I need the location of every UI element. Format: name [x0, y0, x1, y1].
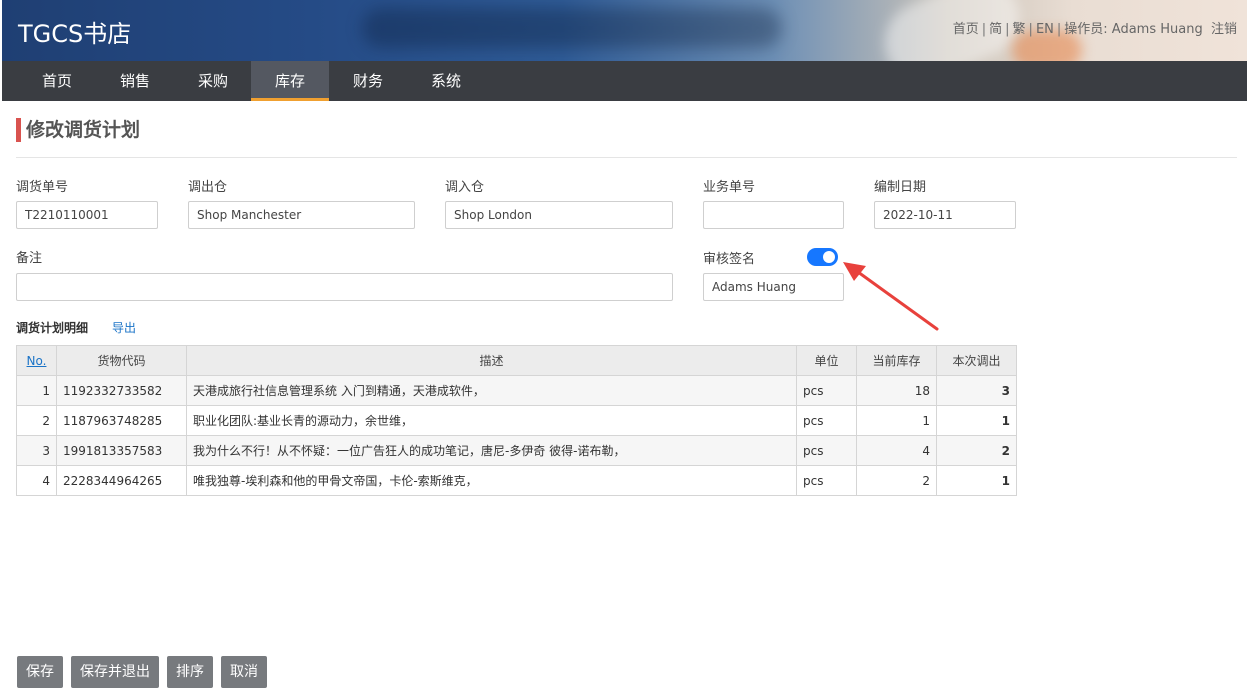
cell-qty[interactable]: 3 [936, 375, 1017, 406]
col-header-unit: 单位 [796, 345, 857, 376]
remark-label: 备注 [16, 251, 43, 266]
table-row[interactable]: 1 1192332733582 天港成旅行社信息管理系统 入门到精通，天港成软件… [16, 375, 1017, 406]
nav-item-system[interactable]: 系统 [407, 61, 485, 101]
brand-logo: TGCS书店 [18, 20, 132, 48]
cell-unit: pcs [796, 405, 857, 436]
cell-desc: 职业化团队:基业长青的源动力，余世维， [186, 405, 797, 436]
sort-button[interactable]: 排序 [167, 656, 213, 688]
save-exit-button[interactable]: 保存并退出 [71, 656, 159, 688]
col-header-desc: 描述 [186, 345, 797, 376]
date-label: 编制日期 [874, 180, 927, 195]
export-link[interactable]: 导出 [112, 319, 136, 336]
approval-label: 审核签名 [703, 252, 756, 267]
operator-label: 操作员: Adams Huang [1064, 22, 1203, 37]
cell-unit: pcs [796, 435, 857, 466]
nav-item-finance[interactable]: 财务 [329, 61, 407, 101]
cell-qty[interactable]: 2 [936, 435, 1017, 466]
cell-no: 1 [16, 375, 57, 406]
cancel-button[interactable]: 取消 [221, 656, 267, 688]
col-header-no[interactable]: No. [16, 345, 57, 376]
title-divider [16, 157, 1237, 158]
cell-no: 4 [16, 465, 57, 496]
table-row[interactable]: 2 1187963748285 职业化团队:基业长青的源动力，余世维， pcs … [16, 405, 1017, 436]
page-title: 修改调货计划 [16, 118, 140, 142]
table-row[interactable]: 4 2228344964265 唯我独尊-埃利森和他的甲骨文帝国，卡伦-索斯维克… [16, 465, 1017, 496]
col-header-stock: 当前库存 [856, 345, 937, 376]
link-english[interactable]: EN [1036, 22, 1054, 37]
table-header-row: No. 货物代码 描述 单位 当前库存 本次调出 [16, 345, 1017, 376]
link-traditional[interactable]: 繁 [1013, 22, 1026, 37]
cell-stock: 2 [856, 465, 937, 496]
date-input[interactable] [874, 201, 1016, 229]
cell-code: 2228344964265 [56, 465, 187, 496]
cell-desc: 我为什么不行！从不怀疑：一位广告狂人的成功笔记，唐尼-多伊奇 彼得-诺布勒， [186, 435, 797, 466]
cell-qty[interactable]: 1 [936, 465, 1017, 496]
approval-toggle[interactable] [807, 248, 838, 266]
transfer-no-input[interactable] [16, 201, 158, 229]
cell-qty[interactable]: 1 [936, 405, 1017, 436]
transfer-no-label: 调货单号 [16, 180, 69, 195]
to-warehouse-label: 调入仓 [445, 180, 485, 195]
link-simplified[interactable]: 简 [989, 22, 1002, 37]
link-home[interactable]: 首页 [953, 22, 979, 37]
col-header-code: 货物代码 [56, 345, 187, 376]
from-warehouse-input[interactable] [188, 201, 415, 229]
nav-item-inventory[interactable]: 库存 [251, 61, 329, 101]
cell-stock: 1 [856, 405, 937, 436]
details-table: No. 货物代码 描述 单位 当前库存 本次调出 1 1192332733582… [16, 345, 1017, 496]
save-button[interactable]: 保存 [17, 656, 63, 688]
toggle-knob [823, 251, 835, 263]
cell-desc: 唯我独尊-埃利森和他的甲骨文帝国，卡伦-索斯维克， [186, 465, 797, 496]
remark-input[interactable] [16, 273, 673, 301]
nav-item-home[interactable]: 首页 [18, 61, 96, 101]
top-links: 首页 | 简 | 繁 | EN | 操作员: Adams Huang 注销 [952, 22, 1237, 37]
logout-link[interactable]: 注销 [1211, 22, 1237, 37]
cell-unit: pcs [796, 375, 857, 406]
table-row[interactable]: 3 1991813357583 我为什么不行！从不怀疑：一位广告狂人的成功笔记，… [16, 435, 1017, 466]
business-no-input[interactable] [703, 201, 844, 229]
cell-stock: 4 [856, 435, 937, 466]
to-warehouse-input[interactable] [445, 201, 673, 229]
business-no-label: 业务单号 [703, 180, 756, 195]
cell-unit: pcs [796, 465, 857, 496]
nav-item-sales[interactable]: 销售 [96, 61, 174, 101]
cell-code: 1192332733582 [56, 375, 187, 406]
main-nav: 首页 销售 采购 库存 财务 系统 [2, 61, 1247, 101]
nav-item-purchase[interactable]: 采购 [174, 61, 252, 101]
cell-no: 3 [16, 435, 57, 466]
cell-code: 1187963748285 [56, 405, 187, 436]
app-header: TGCS书店 首页 | 简 | 繁 | EN | 操作员: Adams Huang 注销 [2, 0, 1247, 61]
header-decoration [362, 8, 782, 48]
cell-desc: 天港成旅行社信息管理系统 入门到精通，天港成软件， [186, 375, 797, 406]
cell-no: 2 [16, 405, 57, 436]
col-header-qty: 本次调出 [936, 345, 1017, 376]
cell-code: 1991813357583 [56, 435, 187, 466]
cell-stock: 18 [856, 375, 937, 406]
from-warehouse-label: 调出仓 [188, 180, 228, 195]
approval-signature-input[interactable] [703, 273, 844, 301]
details-title: 调货计划明细 [16, 321, 89, 335]
